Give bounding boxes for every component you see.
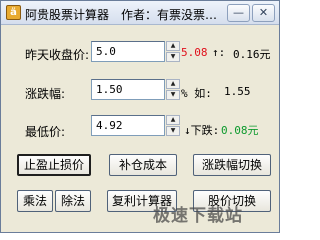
change-pct-hint-value: 1.55 xyxy=(224,85,251,98)
spin-down-icon[interactable]: ▼ xyxy=(166,90,180,100)
spin-up-icon[interactable]: ▲ xyxy=(166,41,180,51)
change-pct-label: 涨跌幅: xyxy=(25,87,66,101)
window-title: 阿贵股票计算器 作者：有票没票… xyxy=(25,8,218,22)
app-window: ä 阿贵股票计算器 作者：有票没票… — ✕ 昨天收盘价: 5.0 ▲ ▼ 5.… xyxy=(0,0,280,233)
change-pct-input[interactable]: 1.50 xyxy=(91,79,165,100)
down-change-value: 0.08元 xyxy=(221,124,259,137)
up-change-value: 0.16元 xyxy=(233,48,271,61)
title-bar: ä 阿贵股票计算器 作者：有票没票… — ✕ xyxy=(1,1,279,25)
spin-down-icon[interactable]: ▼ xyxy=(166,52,180,62)
up-price-value: 5.08 xyxy=(181,46,208,59)
watermark: 极速下载站 xyxy=(153,206,243,226)
divide-button[interactable]: 除法 xyxy=(55,190,91,212)
low-price-spinner[interactable]: ▲ ▼ xyxy=(166,115,180,136)
minimize-button[interactable]: — xyxy=(227,4,250,22)
spin-up-icon[interactable]: ▲ xyxy=(166,115,180,125)
low-price-input[interactable]: 4.92 xyxy=(91,115,165,136)
close-price-spinner[interactable]: ▲ ▼ xyxy=(166,41,180,62)
close-button[interactable]: ✕ xyxy=(252,4,275,22)
multiply-button[interactable]: 乘法 xyxy=(17,190,53,212)
app-icon: ä xyxy=(6,5,21,20)
low-price-label: 最低价: xyxy=(25,125,66,139)
close-price-label: 昨天收盘价: xyxy=(25,48,90,62)
close-price-input[interactable]: 5.0 xyxy=(91,41,165,62)
change-pct-spinner[interactable]: ▲ ▼ xyxy=(166,79,180,100)
change-pct-hint-label: % 如: xyxy=(181,87,212,100)
up-arrow-label: ↑: xyxy=(212,46,226,59)
stop-loss-button[interactable]: 止盈止损价 xyxy=(17,154,91,176)
replenish-cost-button[interactable]: 补仓成本 xyxy=(109,154,177,176)
change-toggle-button[interactable]: 涨跌幅切换 xyxy=(193,154,271,176)
spin-up-icon[interactable]: ▲ xyxy=(166,79,180,89)
down-arrow-label: ↓下跌: xyxy=(184,124,220,137)
spin-down-icon[interactable]: ▼ xyxy=(166,126,180,136)
